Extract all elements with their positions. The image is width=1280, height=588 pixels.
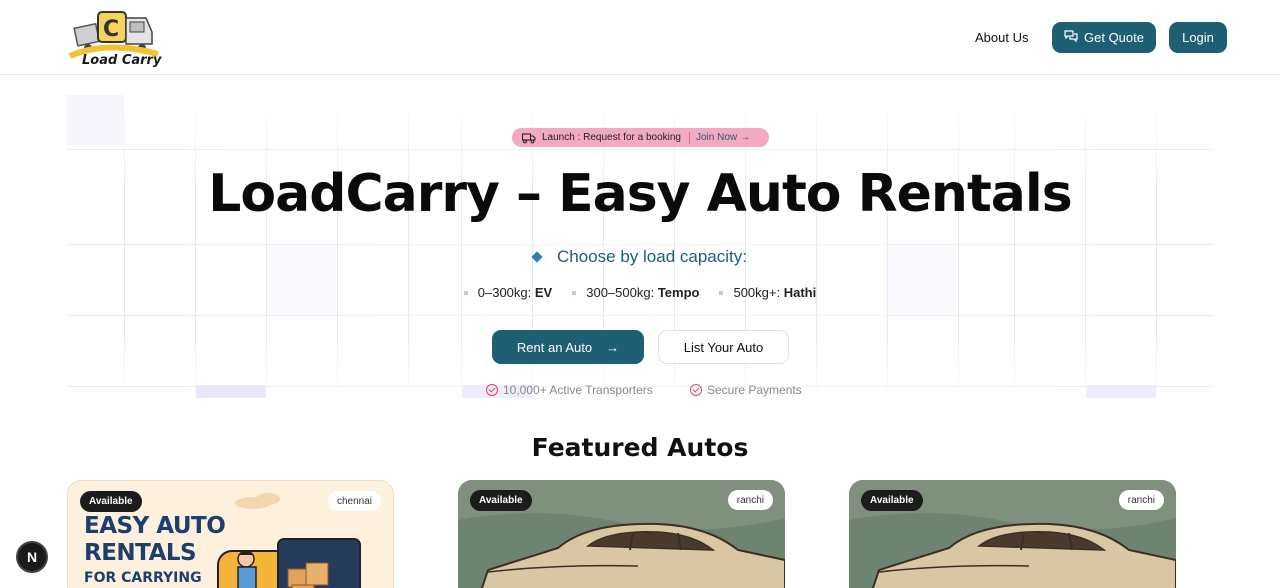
check-circle-icon	[690, 384, 702, 396]
capacity-type: EV	[534, 285, 553, 300]
get-quote-button[interactable]: Get Quote	[1052, 22, 1156, 53]
bullet-icon	[572, 290, 577, 295]
rent-label: Rent an Auto	[516, 339, 593, 355]
rent-an-auto-button[interactable]: Rent an Auto →	[492, 330, 644, 364]
city-badge: ranchi	[1118, 490, 1164, 510]
nav-about-us[interactable]: About Us	[975, 30, 1028, 45]
promo-text: EASY AUTO RENTALS FOR CARRYING	[84, 513, 226, 588]
nextjs-dev-button[interactable]: N	[16, 541, 48, 573]
city-badge: ranchi	[727, 490, 773, 510]
subtitle-text: Choose by load capacity:	[557, 247, 747, 266]
arrow-right-icon: →	[740, 132, 751, 143]
capacity-item: 300–500kg: Tempo	[572, 285, 699, 300]
capacity-range: 500kg+:	[733, 285, 781, 300]
pill-divider	[688, 131, 690, 144]
truck-icon	[521, 132, 536, 144]
city-badge: chennai	[327, 491, 381, 511]
featured-autos-title: Featured Autos	[531, 433, 749, 462]
capacity-item: 500kg+: Hathi	[719, 285, 816, 300]
bullet-icon	[719, 290, 724, 295]
promo-line: RENTALS	[84, 540, 197, 566]
login-button[interactable]: Login	[1169, 22, 1227, 53]
page: C Load Carry About Us Get Quote Login La…	[0, 0, 1280, 588]
trust-text: 10,000+ Active Transporters	[503, 383, 653, 397]
capacity-type: Tempo	[657, 285, 700, 300]
logo-wordmark: Load Carry	[82, 53, 162, 68]
auto-card[interactable]: Available ranchi	[458, 480, 785, 588]
loadcarry-logo[interactable]: C Load Carry	[66, 6, 162, 68]
capacity-item: 0–300kg: EV	[463, 285, 553, 300]
chat-icon	[1064, 29, 1078, 46]
capacity-range: 300–500kg:	[586, 285, 655, 300]
diamond-icon	[531, 251, 543, 263]
auto-card[interactable]: Available ranchi	[849, 480, 1176, 588]
available-badge: Available	[470, 490, 532, 511]
hero-title: LoadCarry – Easy Auto Rentals	[208, 164, 1072, 224]
capacity-type: Hathi	[783, 285, 817, 300]
trust-text: Secure Payments	[707, 383, 802, 397]
svg-text:C: C	[103, 17, 119, 42]
site-header: C Load Carry About Us Get Quote Login	[0, 0, 1280, 75]
join-now-label: Join Now	[695, 132, 738, 143]
announcement-text: Launch : Request for a booking	[542, 132, 681, 143]
list-your-auto-button[interactable]: List Your Auto	[658, 330, 789, 364]
auto-card[interactable]: EASY AUTO RENTALS FOR CARRYING Available…	[67, 480, 394, 588]
bullet-icon	[463, 290, 468, 295]
check-circle-icon	[486, 384, 498, 396]
hero-subtitle: Choose by load capacity:	[0, 247, 1280, 267]
join-now-link[interactable]: Join Now →	[696, 132, 750, 143]
trust-transporters: 10,000+ Active Transporters	[486, 383, 653, 397]
promo-line: FOR CARRYING	[84, 570, 202, 586]
announcement-pill[interactable]: Launch : Request for a booking Join Now …	[512, 128, 769, 147]
promo-line: EASY AUTO	[84, 513, 226, 539]
get-quote-label: Get Quote	[1084, 30, 1144, 45]
capacity-range: 0–300kg:	[477, 285, 532, 300]
trust-payments: Secure Payments	[690, 383, 802, 397]
available-badge: Available	[861, 490, 923, 511]
arrow-right-icon: →	[606, 339, 620, 355]
available-badge: Available	[80, 491, 142, 512]
capacity-list: 0–300kg: EV 300–500kg: Tempo 500kg+: Hat…	[0, 285, 1280, 300]
